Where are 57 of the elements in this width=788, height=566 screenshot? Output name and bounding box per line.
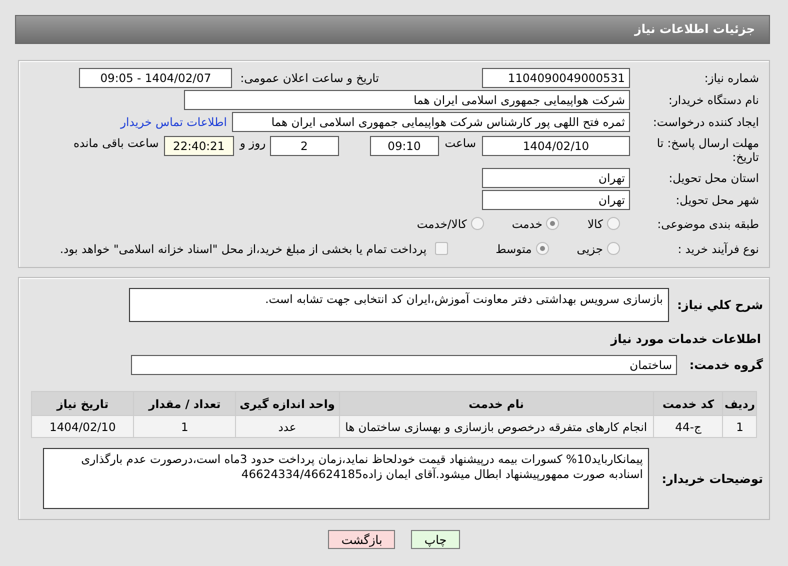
radio-button[interactable] [607, 217, 620, 230]
table-cell: ج-44 [654, 416, 723, 438]
need-number-field: 1104090049000531 [482, 68, 630, 88]
table-cell: 1404/02/10 [32, 416, 134, 438]
option-label: کالا/خدمت [416, 216, 467, 230]
announce-date-field: 1404/02/07 - 09:05 [79, 68, 232, 88]
section-heading: اطلاعات خدمات مورد نیاز [609, 331, 762, 348]
field-label: شماره نیاز: [703, 71, 760, 85]
back-button[interactable]: بازگشت [328, 530, 396, 549]
table-cell: 1 [722, 416, 756, 438]
option-label: متوسط [496, 242, 532, 256]
contact-link[interactable]: اطلاعات تماس خریدار [120, 115, 227, 129]
table-cell: 1 [134, 416, 236, 438]
checkbox-label: پرداخت تمام یا بخشی از مبلغ خرید،از محل "اسناد خزانه اسلامی" خواهد بود. [60, 242, 427, 256]
print-button[interactable]: چاپ [411, 530, 460, 549]
field-label: نوع فرآیند خرید : [676, 242, 760, 256]
radio-button[interactable] [546, 217, 560, 230]
field-label: شرح کلي نياز: [676, 298, 764, 312]
column-header: تعداد / مقدار [134, 392, 236, 416]
field-label: استان محل تحویل: [668, 171, 760, 185]
field-label: ایجاد کننده درخواست: [652, 115, 760, 129]
days-field: 2 [270, 136, 339, 156]
column-header: نام خدمت [339, 392, 654, 416]
field-label: تاریخ و ساعت اعلان عمومی: [240, 71, 379, 85]
radio-button[interactable] [607, 242, 620, 255]
column-header: کد خدمت [654, 392, 723, 416]
deadline-date-field: 1404/02/10 [482, 136, 630, 156]
field-label: شهر محل تحویل: [674, 193, 760, 207]
field-label: ساعت [444, 136, 476, 150]
description-field: بازسازی سرویس بهداشتی دفتر معاونت آموزش،ایران کد انتخابی جهت تشابه است. [129, 288, 669, 322]
column-header: تاریخ نیاز [32, 392, 134, 416]
field-label: طبقه بندی موضوعی: [656, 216, 760, 230]
province-field: تهران [482, 168, 630, 188]
field-label: روز و [240, 136, 266, 150]
buyer-org-field: شرکت هواپیمایی جمهوری اسلامی ایران هما [184, 90, 630, 110]
radio-button[interactable] [470, 217, 484, 230]
column-header: ردیف [722, 392, 756, 416]
radio-button[interactable] [536, 242, 549, 255]
checkbox[interactable] [434, 242, 448, 255]
option-label: خدمت [512, 216, 542, 230]
field-label: نام دستگاه خریدار: [667, 93, 760, 107]
city-field: تهران [482, 190, 630, 210]
requester-field: ثمره فتح اللهی پور کارشناس شرکت هواپیمایی جمهوری اسلامی ایران هما [232, 112, 630, 132]
table-cell: انجام کارهای متفرقه درخصوص بازسازی و بهسازی ساختمان ها [339, 416, 654, 438]
remaining-time-field: 22:40:21 [164, 136, 234, 156]
buyer-notes-field: پیمانکارباید10% کسورات بیمه درپیشنهاد قیمت خودلحاظ نماید،زمان پرداخت حدود 3ماه است،درصورت عدم بارگذاری اسنادبه صورت ممهورپیشنهاد ابطال میشود.آقای ایمان زاده46624334/46624185 [43, 448, 649, 509]
field-label: ساعت باقی مانده [74, 136, 159, 150]
option-label: کالا [587, 216, 603, 230]
header-bar: جزئیات اطلاعات نیاز [15, 15, 770, 44]
field-label: گروه خدمت: [688, 358, 764, 372]
deadline-time-field: 09:10 [370, 136, 439, 156]
table-cell: عدد [235, 416, 340, 438]
service-group-field: ساختمان [131, 355, 677, 375]
column-header: واحد اندازه گیری [235, 392, 340, 416]
option-label: جزیی [576, 242, 603, 256]
field-label: توضیحات خریدار: [660, 472, 764, 486]
field-label: مهلت ارسال پاسخ: تا تاریخ: [656, 136, 760, 164]
